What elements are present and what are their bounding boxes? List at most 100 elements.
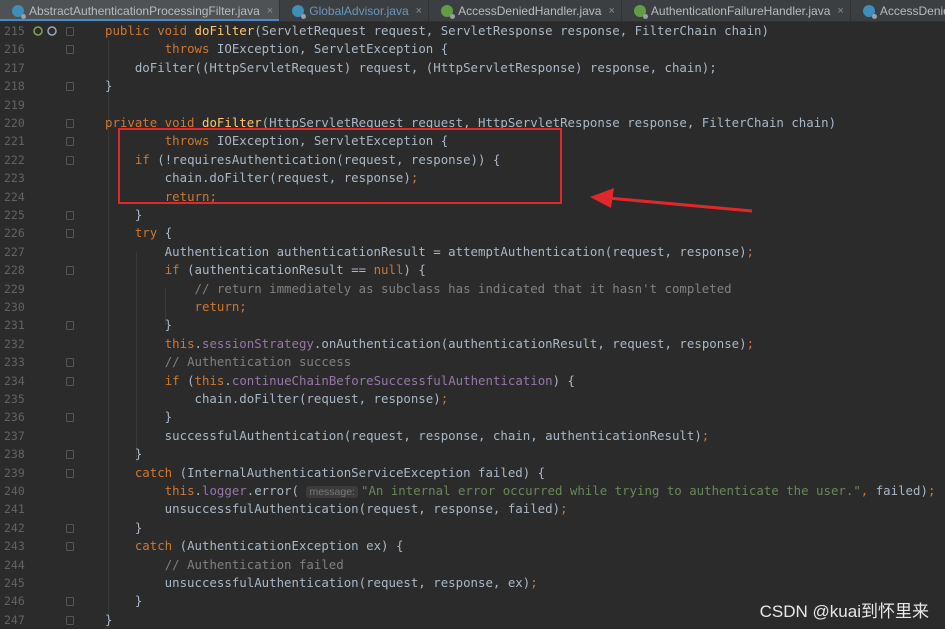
close-icon[interactable]: × <box>837 5 843 17</box>
fold-toggle-icon[interactable] <box>66 155 74 165</box>
code-token: } <box>105 611 113 627</box>
line-number: 241 <box>4 502 25 517</box>
code-line: 225 } <box>0 206 945 224</box>
class-icon <box>292 5 307 19</box>
code-token: ) { <box>552 372 576 388</box>
annotation-highlight-box <box>118 128 562 204</box>
code-text: throws IOException, ServletException { <box>105 40 448 58</box>
fold-toggle-icon[interactable] <box>66 321 74 331</box>
fold-toggle-icon[interactable] <box>66 450 74 460</box>
editor-tab-bar: AbstractAuthenticationProcessingFilter.j… <box>0 0 945 22</box>
interface-icon <box>633 5 648 19</box>
code-line: 227 Authentication authenticationResult … <box>0 243 945 261</box>
code-token: if <box>164 372 188 388</box>
fold-toggle-icon[interactable] <box>66 45 74 55</box>
code-line: 229 // return immediately as subclass ha… <box>0 280 945 298</box>
tab-label: AccessDeniedExceptio <box>879 4 945 18</box>
fold-toggle-icon[interactable] <box>66 229 74 239</box>
tab-abstractauthenticationprocessingfilter[interactable]: AbstractAuthenticationProcessingFilter.j… <box>0 0 281 21</box>
line-number: 224 <box>4 189 25 204</box>
fold-toggle-icon[interactable] <box>66 137 74 147</box>
code-text: // return immediately as subclass has in… <box>105 280 732 298</box>
code-token: . <box>194 483 202 498</box>
code-line: 245 unsuccessfulAuthentication(request, … <box>0 574 945 592</box>
code-token: // Authentication success <box>164 354 352 370</box>
code-token: "An internal error occurred while trying… <box>360 483 861 498</box>
line-number: 235 <box>4 392 25 406</box>
line-number: 240 <box>4 484 25 498</box>
fold-toggle-icon[interactable] <box>66 27 74 36</box>
line-number: 227 <box>4 244 25 259</box>
line-number: 244 <box>4 557 25 572</box>
tab-accessdeniedexceptio[interactable]: AccessDeniedExceptio <box>851 0 945 21</box>
fold-toggle-icon[interactable] <box>66 211 74 220</box>
code-line: 216 throws IOException, ServletException… <box>0 40 945 58</box>
fold-toggle-icon[interactable] <box>66 413 74 423</box>
line-number: 247 <box>4 612 25 627</box>
fold-toggle-icon[interactable] <box>66 358 74 368</box>
code-token: } <box>105 519 143 535</box>
code-text: unsuccessfulAuthentication(request, resp… <box>105 500 568 518</box>
code-line: 232 this.sessionStrategy.onAuthenticatio… <box>0 335 945 353</box>
code-text: catch (InternalAuthenticationServiceExce… <box>105 464 545 482</box>
fold-toggle-icon[interactable] <box>66 523 74 533</box>
line-number: 221 <box>4 134 25 149</box>
code-token: IOException, ServletException { <box>216 41 449 57</box>
code-text: successfulAuthentication(request, respon… <box>105 427 710 445</box>
fold-toggle-icon[interactable] <box>66 542 74 552</box>
code-line: 215 public void doFilter(ServletRequest r… <box>0 22 945 40</box>
code-text: } <box>105 316 172 334</box>
code-line: 242 } <box>0 519 945 537</box>
line-number: 234 <box>4 373 25 388</box>
code-token: unsuccessfulAuthentication(request, resp… <box>105 575 531 590</box>
code-line: 243 catch (AuthenticationException ex) { <box>0 537 945 555</box>
line-number: 216 <box>4 42 25 57</box>
code-text: } <box>105 206 142 224</box>
code-token: failed) <box>875 483 928 498</box>
code-token: } <box>105 446 143 462</box>
code-text: try { <box>105 224 172 242</box>
code-token: } <box>105 78 113 94</box>
tab-label: AbstractAuthenticationProcessingFilter.j… <box>29 4 260 18</box>
line-number: 242 <box>4 520 25 535</box>
tab-authenticationfailurehandler[interactable]: AuthenticationFailureHandler.java × <box>622 0 851 21</box>
tab-accessdeniedhandler[interactable]: AccessDeniedHandler.java × <box>429 0 622 21</box>
fold-toggle-icon[interactable] <box>66 119 74 128</box>
code-line: 233 // Authentication success <box>0 353 945 371</box>
line-number: 239 <box>4 465 25 480</box>
code-token: unsuccessfulAuthentication(request, resp… <box>105 501 561 517</box>
code-token: // return immediately as subclass has in… <box>194 280 732 296</box>
fold-toggle-icon[interactable] <box>66 82 74 92</box>
close-icon[interactable]: × <box>608 5 614 17</box>
close-icon[interactable]: × <box>267 5 273 17</box>
code-line: 228 if (authenticationResult == null) { <box>0 261 945 279</box>
fold-toggle-icon[interactable] <box>66 376 74 386</box>
code-line: 236 } <box>0 408 945 426</box>
fold-toggle-icon[interactable] <box>66 468 74 478</box>
code-line: 230 return; <box>0 298 945 316</box>
code-line: 219 <box>0 96 945 114</box>
line-number: 237 <box>4 428 25 443</box>
code-token: public void <box>105 23 195 38</box>
code-editor[interactable]: 215 public void doFilter(ServletRequest r… <box>0 22 945 629</box>
fold-toggle-icon[interactable] <box>66 615 74 625</box>
close-icon[interactable]: × <box>416 5 422 17</box>
code-text: public void doFilter(ServletRequest requ… <box>105 22 769 40</box>
line-number: 226 <box>4 226 25 241</box>
code-token: ; <box>440 391 449 406</box>
code-token: (ServletRequest request, ServletResponse… <box>254 23 769 38</box>
code-text: } <box>105 592 142 610</box>
tab-globaladvisor[interactable]: GlobalAdvisor.java × <box>280 0 430 21</box>
fold-toggle-icon[interactable] <box>66 597 74 607</box>
line-number: 225 <box>4 208 25 222</box>
code-text: unsuccessfulAuthentication(request, resp… <box>105 574 538 592</box>
code-token: { <box>164 225 173 241</box>
fold-toggle-icon[interactable] <box>66 266 74 276</box>
code-token: ; <box>746 243 755 259</box>
